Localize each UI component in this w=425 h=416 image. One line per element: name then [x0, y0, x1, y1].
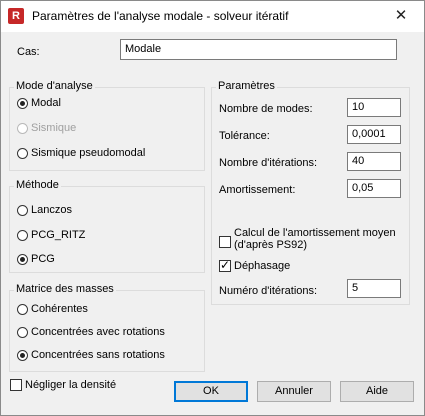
- modes-label: Nombre de modes:: [219, 103, 313, 115]
- radio-indicator-lanczos[interactable]: [17, 204, 28, 216]
- method-title: Méthode: [14, 179, 61, 191]
- mass-matrix-title: Matrice des masses: [14, 283, 116, 295]
- damping-label: Amortissement:: [219, 184, 296, 196]
- radio-sans-rotations-label: Concentrées sans rotations: [31, 349, 165, 362]
- phase-shift-checkbox[interactable]: Déphasage: [219, 258, 291, 275]
- radio-avec-rotations-label: Concentrées avec rotations: [31, 326, 165, 339]
- analysis-mode-title: Mode d'analyse: [14, 80, 95, 92]
- ignore-density-checkbox[interactable]: Négliger la densité: [10, 379, 116, 394]
- radio-indicator-pseudomodal[interactable]: [17, 147, 28, 159]
- radio-coherentes[interactable]: Cohérentes: [17, 303, 88, 318]
- radio-indicator-coherentes[interactable]: [17, 303, 28, 315]
- radio-indicator-pcg[interactable]: [17, 253, 28, 265]
- radio-pseudomodal-label: Sismique pseudomodal: [31, 147, 146, 160]
- avg-damping-checkbox[interactable]: [219, 236, 233, 250]
- radio-modal[interactable]: Modal: [17, 97, 61, 112]
- tolerance-label: Tolérance:: [219, 130, 270, 142]
- avg-damping-label-line1: Calcul de l'amortissement moyen: [234, 227, 396, 239]
- close-button[interactable]: ✕: [378, 1, 424, 32]
- radio-coherentes-label: Cohérentes: [31, 303, 88, 316]
- iteration-number-input[interactable]: 5: [347, 279, 401, 298]
- robot-app-icon: R: [8, 8, 24, 24]
- parameters-title: Paramètres: [216, 80, 277, 92]
- damping-input[interactable]: 0,05: [347, 179, 401, 198]
- phase-shift-checkbox-box[interactable]: [219, 258, 231, 273]
- ignore-density-label: Négliger la densité: [25, 379, 117, 392]
- radio-sismique: Sismique: [17, 122, 76, 137]
- avg-damping-label-line2: (d'après PS92): [234, 239, 308, 251]
- ok-button[interactable]: OK: [174, 381, 248, 402]
- tolerance-input[interactable]: 0,0001: [347, 125, 401, 144]
- radio-lanczos[interactable]: Lanczos: [17, 204, 72, 219]
- help-button[interactable]: Aide: [340, 381, 414, 402]
- window-title: Paramètres de l'analyse modale - solveur…: [32, 9, 289, 23]
- radio-concentrees-avec-rotations[interactable]: Concentrées avec rotations: [17, 326, 165, 341]
- avg-damping-checkbox-box[interactable]: [219, 236, 231, 249]
- ignore-density-checkbox-box[interactable]: [10, 379, 22, 392]
- radio-indicator-avec-rotations[interactable]: [17, 326, 28, 338]
- title-bar: R Paramètres de l'analyse modale - solve…: [1, 1, 424, 32]
- radio-indicator-modal[interactable]: [17, 97, 28, 109]
- phase-shift-label: Déphasage: [234, 260, 291, 273]
- radio-lanczos-label: Lanczos: [31, 204, 72, 217]
- iterations-input[interactable]: 40: [347, 152, 401, 171]
- cancel-button[interactable]: Annuler: [257, 381, 331, 402]
- radio-sismique-label: Sismique: [31, 122, 77, 135]
- case-label: Cas:: [17, 46, 40, 58]
- radio-pcg-ritz[interactable]: PCG_RITZ: [17, 229, 85, 244]
- radio-pcg-label: PCG: [31, 253, 55, 266]
- radio-pcg[interactable]: PCG: [17, 253, 55, 268]
- radio-modal-label: Modal: [31, 97, 61, 110]
- radio-sismique-pseudomodal[interactable]: Sismique pseudomodal: [17, 147, 145, 162]
- radio-pcg-ritz-label: PCG_RITZ: [31, 229, 86, 242]
- radio-indicator-sans-rotations[interactable]: [17, 349, 28, 361]
- radio-indicator-pcg-ritz[interactable]: [17, 229, 28, 241]
- radio-indicator-sismique: [17, 122, 28, 134]
- iteration-number-label: Numéro d'itérations:: [219, 285, 318, 297]
- iterations-label: Nombre d'itérations:: [219, 157, 318, 169]
- modes-input[interactable]: 10: [347, 98, 401, 117]
- case-input[interactable]: Modale: [120, 39, 397, 60]
- radio-concentrees-sans-rotations[interactable]: Concentrées sans rotations: [17, 349, 165, 364]
- dialog-window: R Paramètres de l'analyse modale - solve…: [0, 0, 425, 416]
